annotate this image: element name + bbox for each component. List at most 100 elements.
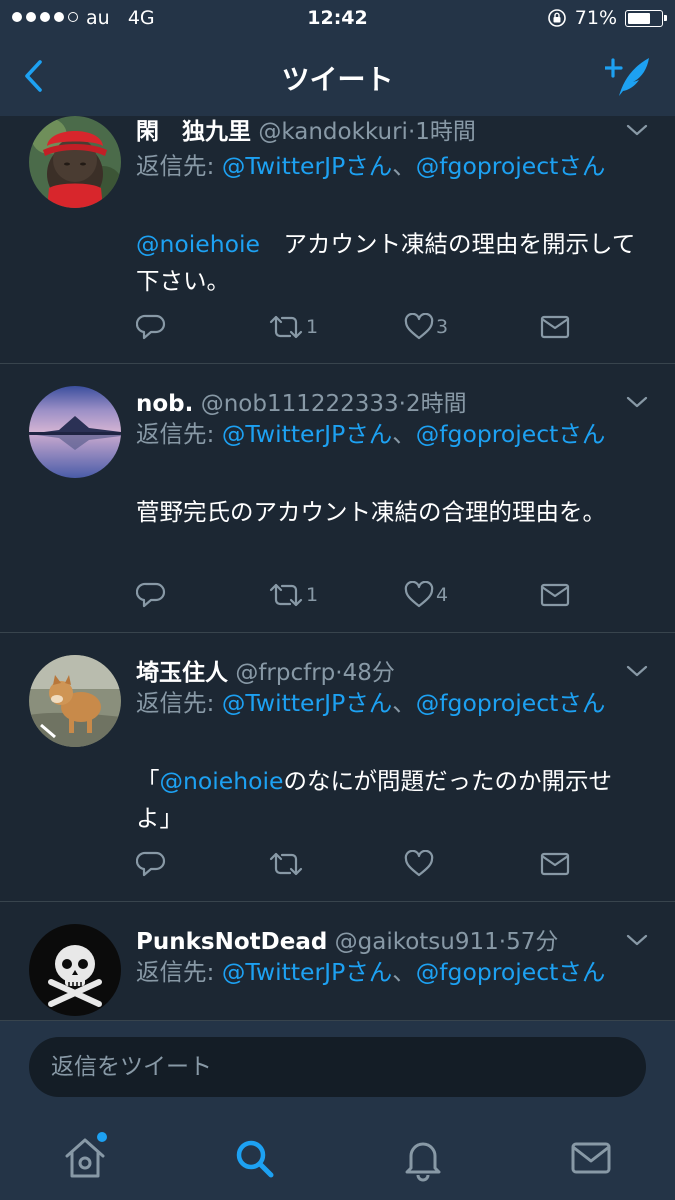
retweet-button[interactable]: 1 — [268, 580, 318, 610]
top-bar: au 4G 12:42 71% ツイート — [0, 0, 675, 116]
like-count: 4 — [436, 584, 449, 606]
like-button[interactable]: 3 — [404, 312, 448, 342]
display-name[interactable]: 埼玉住人 — [136, 660, 228, 686]
mountain-lake-avatar[interactable] — [29, 386, 121, 478]
like-count: 3 — [436, 316, 449, 338]
direct-message-button[interactable] — [540, 312, 570, 342]
retweet-icon — [269, 852, 303, 876]
status-right: 71% — [547, 7, 667, 29]
direct-message-button[interactable] — [540, 580, 570, 610]
tweet-actions: 1 3 — [136, 312, 586, 342]
display-name[interactable]: nob. — [136, 391, 193, 417]
reply-button[interactable] — [136, 580, 166, 610]
reply-separator: 、 — [392, 420, 416, 448]
user-handle[interactable]: @gaikotsu911 — [335, 929, 499, 955]
chevron-down-icon[interactable] — [625, 663, 649, 679]
shiba-dog-avatar[interactable] — [29, 655, 121, 747]
battery-percent: 71% — [574, 7, 617, 29]
reply-mention-twitterjp[interactable]: @TwitterJPさん — [222, 152, 392, 180]
reply-separator: 、 — [392, 958, 416, 986]
reply-to-line: 返信先: @TwitterJPさん、@fgoprojectさん — [136, 416, 646, 453]
display-name[interactable]: PunksNotDead — [136, 929, 327, 955]
tab-search[interactable] — [230, 1134, 278, 1182]
heart-icon — [404, 313, 434, 340]
tweet-item[interactable]: PunksNotDead @gaikotsu911·57分 返信先: @Twit… — [0, 902, 675, 1020]
reply-button[interactable] — [136, 849, 166, 879]
reply-separator: 、 — [392, 152, 416, 180]
reply-mention-fgoproject[interactable]: @fgoprojectさん — [416, 152, 606, 180]
tweet-time: 2時間 — [405, 391, 467, 417]
separator-dot: · — [498, 929, 507, 955]
reply-mention-twitterjp[interactable]: @TwitterJPさん — [222, 420, 392, 448]
tab-home[interactable] — [61, 1132, 109, 1182]
notifications-icon — [405, 1142, 441, 1182]
reply-icon — [136, 582, 166, 608]
reply-to-line: 返信先: @TwitterJPさん、@fgoprojectさん — [136, 685, 646, 722]
tweet-time: 48分 — [342, 660, 395, 686]
tweet-item[interactable]: nob. @nob111222333·2時間 返信先: @TwitterJPさん… — [0, 364, 675, 633]
reply-to-line: 返信先: @TwitterJPさん、@fgoprojectさん — [136, 954, 646, 991]
reply-prefix: 返信先: — [136, 152, 222, 180]
reply-mention-fgoproject[interactable]: @fgoprojectさん — [416, 420, 606, 448]
chevron-down-icon[interactable] — [625, 932, 649, 948]
envelope-icon — [540, 583, 570, 607]
reply-prefix: 返信先: — [136, 420, 222, 448]
reply-to-line: 返信先: @TwitterJPさん、@fgoprojectさん — [136, 148, 646, 185]
compose-tweet-icon[interactable] — [605, 54, 651, 98]
tab-notifications[interactable] — [399, 1134, 447, 1182]
envelope-icon — [540, 852, 570, 876]
user-handle[interactable]: @kandokkuri — [258, 119, 408, 145]
messages-icon — [571, 1142, 611, 1174]
direct-message-button[interactable] — [540, 849, 570, 879]
retweet-button[interactable]: 1 — [268, 312, 318, 342]
like-button[interactable] — [404, 849, 434, 879]
tweet-text: @noiehoie アカウント凍結の理由を開示して下さい。 — [136, 226, 646, 300]
mention-link[interactable]: @noiehoie — [160, 767, 284, 795]
quote-mark: 「 — [136, 767, 160, 795]
tweet-header: nob. @nob111222333·2時間 — [136, 384, 615, 418]
heart-icon — [404, 581, 434, 608]
separator-dot: · — [335, 660, 343, 686]
reply-mention-twitterjp[interactable]: @TwitterJPさん — [222, 958, 392, 986]
skull-crossbones-avatar[interactable] — [29, 924, 121, 1016]
retweet-count: 1 — [306, 316, 319, 338]
reply-input[interactable] — [29, 1037, 646, 1097]
user-handle[interactable]: @nob111222333 — [201, 391, 399, 417]
tweet-item[interactable]: 埼玉住人 @frpcfrp·48分 返信先: @TwitterJPさん、@fgo… — [0, 633, 675, 902]
tweet-item[interactable]: 閑 独九里 @kandokkuri·1時間 返信先: @TwitterJPさん、… — [0, 116, 675, 364]
tweet-text: 菅野完氏のアカウント凍結の合理的理由を。 — [136, 498, 606, 526]
reply-button[interactable] — [136, 312, 166, 342]
reply-mention-fgoproject[interactable]: @fgoprojectさん — [416, 689, 606, 717]
tab-messages[interactable] — [567, 1134, 615, 1182]
like-button[interactable]: 4 — [404, 580, 448, 610]
envelope-icon — [540, 315, 570, 339]
jizo-statue-avatar[interactable] — [29, 116, 121, 208]
separator-dot: · — [398, 391, 406, 417]
bottom-tab-bar — [0, 1116, 675, 1200]
status-bar: au 4G 12:42 71% — [0, 0, 675, 38]
reply-mention-fgoproject[interactable]: @fgoprojectさん — [416, 958, 606, 986]
reply-mention-twitterjp[interactable]: @TwitterJPさん — [222, 689, 392, 717]
mention-link[interactable]: @noiehoie — [136, 230, 260, 258]
reply-separator: 、 — [392, 689, 416, 717]
user-handle[interactable]: @frpcfrp — [235, 660, 335, 686]
page-title: ツイート — [281, 63, 394, 96]
chevron-down-icon[interactable] — [625, 122, 649, 138]
retweet-button[interactable] — [268, 849, 304, 879]
tweet-time: 1時間 — [415, 119, 476, 145]
retweet-count: 1 — [306, 584, 319, 606]
reply-icon — [136, 851, 166, 877]
heart-icon — [404, 850, 434, 877]
tweet-actions: 1 4 — [136, 580, 586, 610]
reply-timeline[interactable]: 閑 独九里 @kandokkuri·1時間 返信先: @TwitterJPさん、… — [0, 116, 675, 1020]
reply-composer-bar — [0, 1020, 675, 1116]
nav-bar: ツイート — [0, 38, 675, 116]
search-icon — [236, 1140, 274, 1178]
reply-prefix: 返信先: — [136, 689, 222, 717]
reply-icon — [136, 314, 166, 340]
display-name[interactable]: 閑 独九里 — [136, 119, 251, 145]
tweet-header: 閑 独九里 @kandokkuri·1時間 — [136, 116, 615, 146]
tweet-actions — [136, 849, 586, 879]
chevron-down-icon[interactable] — [625, 394, 649, 410]
tweet-text: 「@noiehoieのなにが問題だったのか開示せよ」 — [136, 763, 646, 837]
